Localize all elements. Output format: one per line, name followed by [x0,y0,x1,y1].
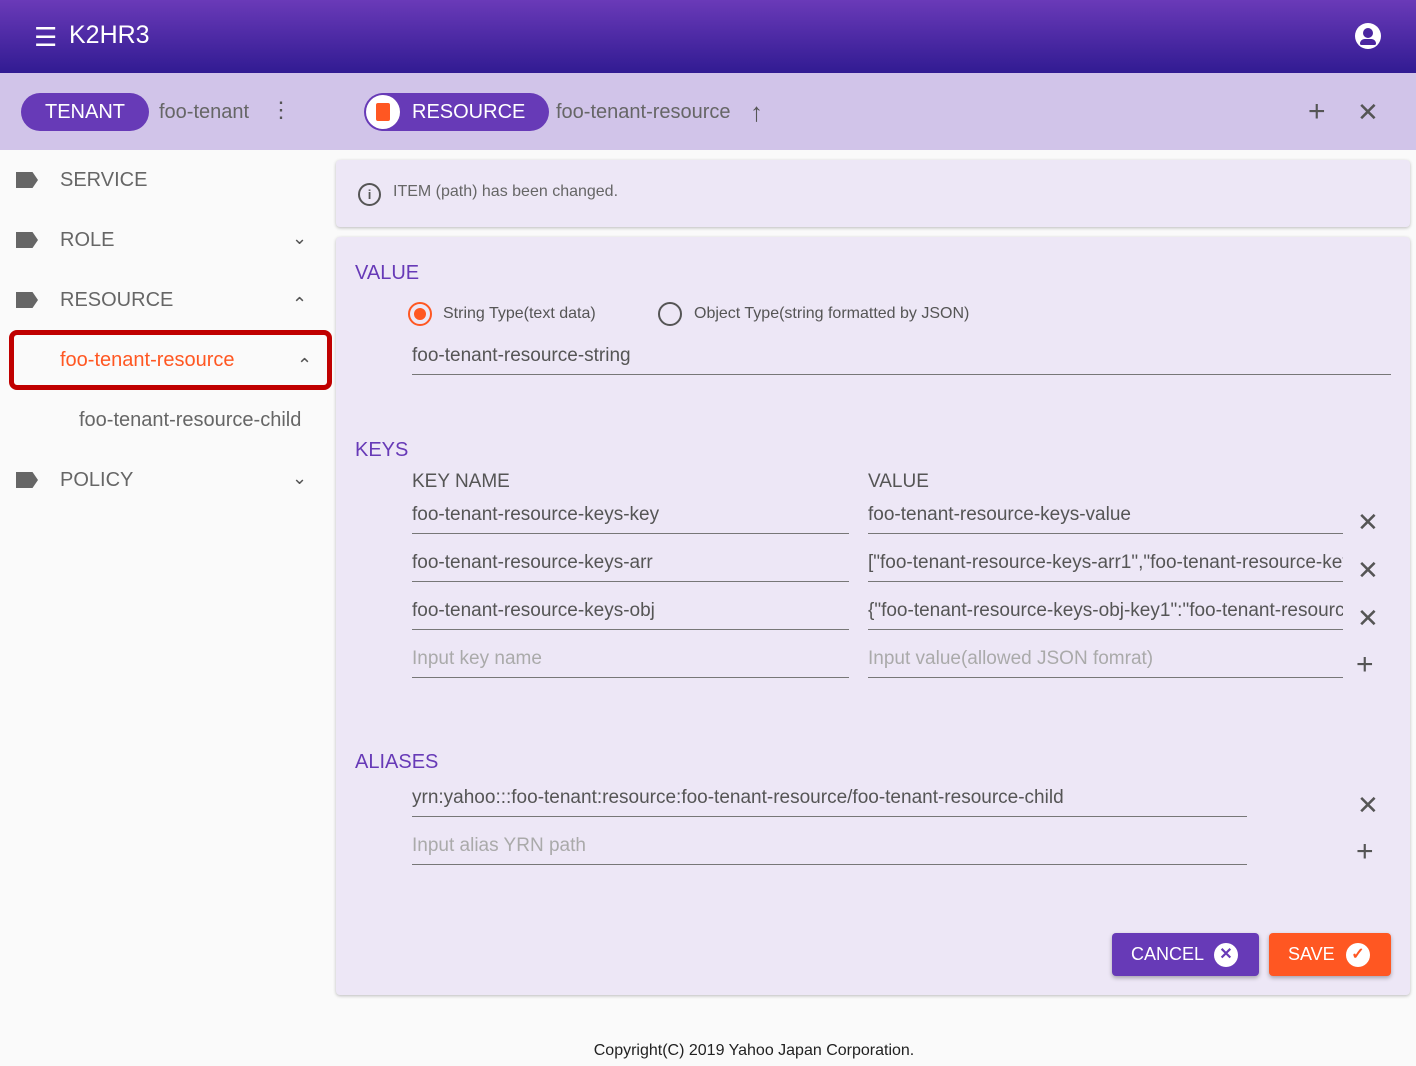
cancel-label: CANCEL [1131,944,1205,964]
save-button[interactable]: SAVE ✓ [1269,933,1391,976]
tenant-chip[interactable]: TENANT [21,93,149,131]
menu-icon[interactable]: ☰ [34,22,57,53]
resource-name: foo-tenant-resource [556,101,731,123]
label-icon [16,472,38,488]
add-alias-icon[interactable]: + [1356,835,1374,869]
resource-chip-label: RESOURCE [412,101,526,123]
check-circle-icon: ✓ [1346,943,1370,967]
cancel-circle-icon: ✕ [1214,943,1238,967]
label-icon [16,172,38,188]
new-alias-input[interactable]: Input alias YRN path [412,835,1247,865]
value-section-title: VALUE [355,262,420,284]
new-key-name-input[interactable]: Input key name [412,648,849,678]
label-icon [16,232,38,248]
value-text-input[interactable]: foo-tenant-resource-string [412,345,1391,375]
key-value-input[interactable]: {"foo-tenant-resource-keys-obj-key1":"fo… [868,600,1343,630]
add-key-icon[interactable]: + [1356,648,1374,682]
sidebar-item-foo-tenant-resource-child[interactable]: foo-tenant-resource-child [0,390,332,450]
key-name-input[interactable]: foo-tenant-resource-keys-obj [412,600,849,630]
close-icon[interactable]: ✕ [1357,99,1379,125]
file-icon [366,95,400,129]
account-circle-icon[interactable] [1355,23,1381,49]
remove-alias-icon[interactable]: ✕ [1357,790,1379,821]
key-value-header: VALUE [868,471,929,492]
key-value-input[interactable]: ["foo-tenant-resource-keys-arr1","foo-te… [868,552,1343,582]
footer-copyright: Copyright(C) 2019 Yahoo Japan Corporatio… [593,1042,915,1059]
chevron-up-icon[interactable]: ⌃ [292,294,307,315]
radio-string-label: String Type(text data) [443,305,596,322]
app-title: K2HR3 [69,21,150,49]
key-value-input[interactable]: foo-tenant-resource-keys-value [868,504,1343,534]
add-icon[interactable]: + [1308,97,1326,127]
sidebar-item-policy[interactable]: POLICY ⌄ [0,450,332,510]
more-vert-icon[interactable]: ⋮ [270,99,292,121]
key-name-input[interactable]: foo-tenant-resource-keys-arr [412,552,849,582]
sidebar-item-foo-tenant-resource[interactable]: foo-tenant-resource ⌃ [9,330,332,390]
label-icon [16,292,38,308]
tenant-name: foo-tenant [159,101,250,123]
key-name-input[interactable]: foo-tenant-resource-keys-key [412,504,849,534]
info-panel: i ITEM (path) has been changed. [336,160,1410,227]
app-header: ☰ K2HR3 [0,0,1416,73]
sidebar-item-service[interactable]: SERVICE [0,150,332,210]
alias-input[interactable]: yrn:yahoo:::foo-tenant:resource:foo-tena… [412,787,1247,817]
cancel-button[interactable]: CANCEL ✕ [1112,933,1259,976]
remove-key-icon[interactable]: ✕ [1357,507,1379,538]
sidebar-item-role[interactable]: ROLE ⌄ [0,210,332,270]
chevron-up-icon[interactable]: ⌃ [297,355,312,376]
save-label: SAVE [1288,944,1335,964]
radio-object-label: Object Type(string formatted by JSON) [694,305,970,322]
info-icon: i [358,183,381,206]
remove-key-icon[interactable]: ✕ [1357,603,1379,634]
keys-section-title: KEYS [355,439,409,461]
new-key-value-input[interactable]: Input value(allowed JSON fomrat) [868,648,1343,678]
arrow-up-icon[interactable]: ↑ [750,99,763,125]
sidebar-item-resource[interactable]: RESOURCE ⌃ [0,270,332,330]
resource-chip[interactable]: RESOURCE [364,93,550,131]
key-name-header: KEY NAME [412,471,510,492]
remove-key-icon[interactable]: ✕ [1357,555,1379,586]
chevron-down-icon[interactable]: ⌄ [292,468,307,489]
radio-object-type[interactable] [658,302,682,326]
chevron-down-icon[interactable]: ⌄ [292,228,307,249]
info-message: ITEM (path) has been changed. [393,183,619,200]
radio-string-type[interactable] [408,302,432,326]
aliases-section-title: ALIASES [355,751,439,773]
